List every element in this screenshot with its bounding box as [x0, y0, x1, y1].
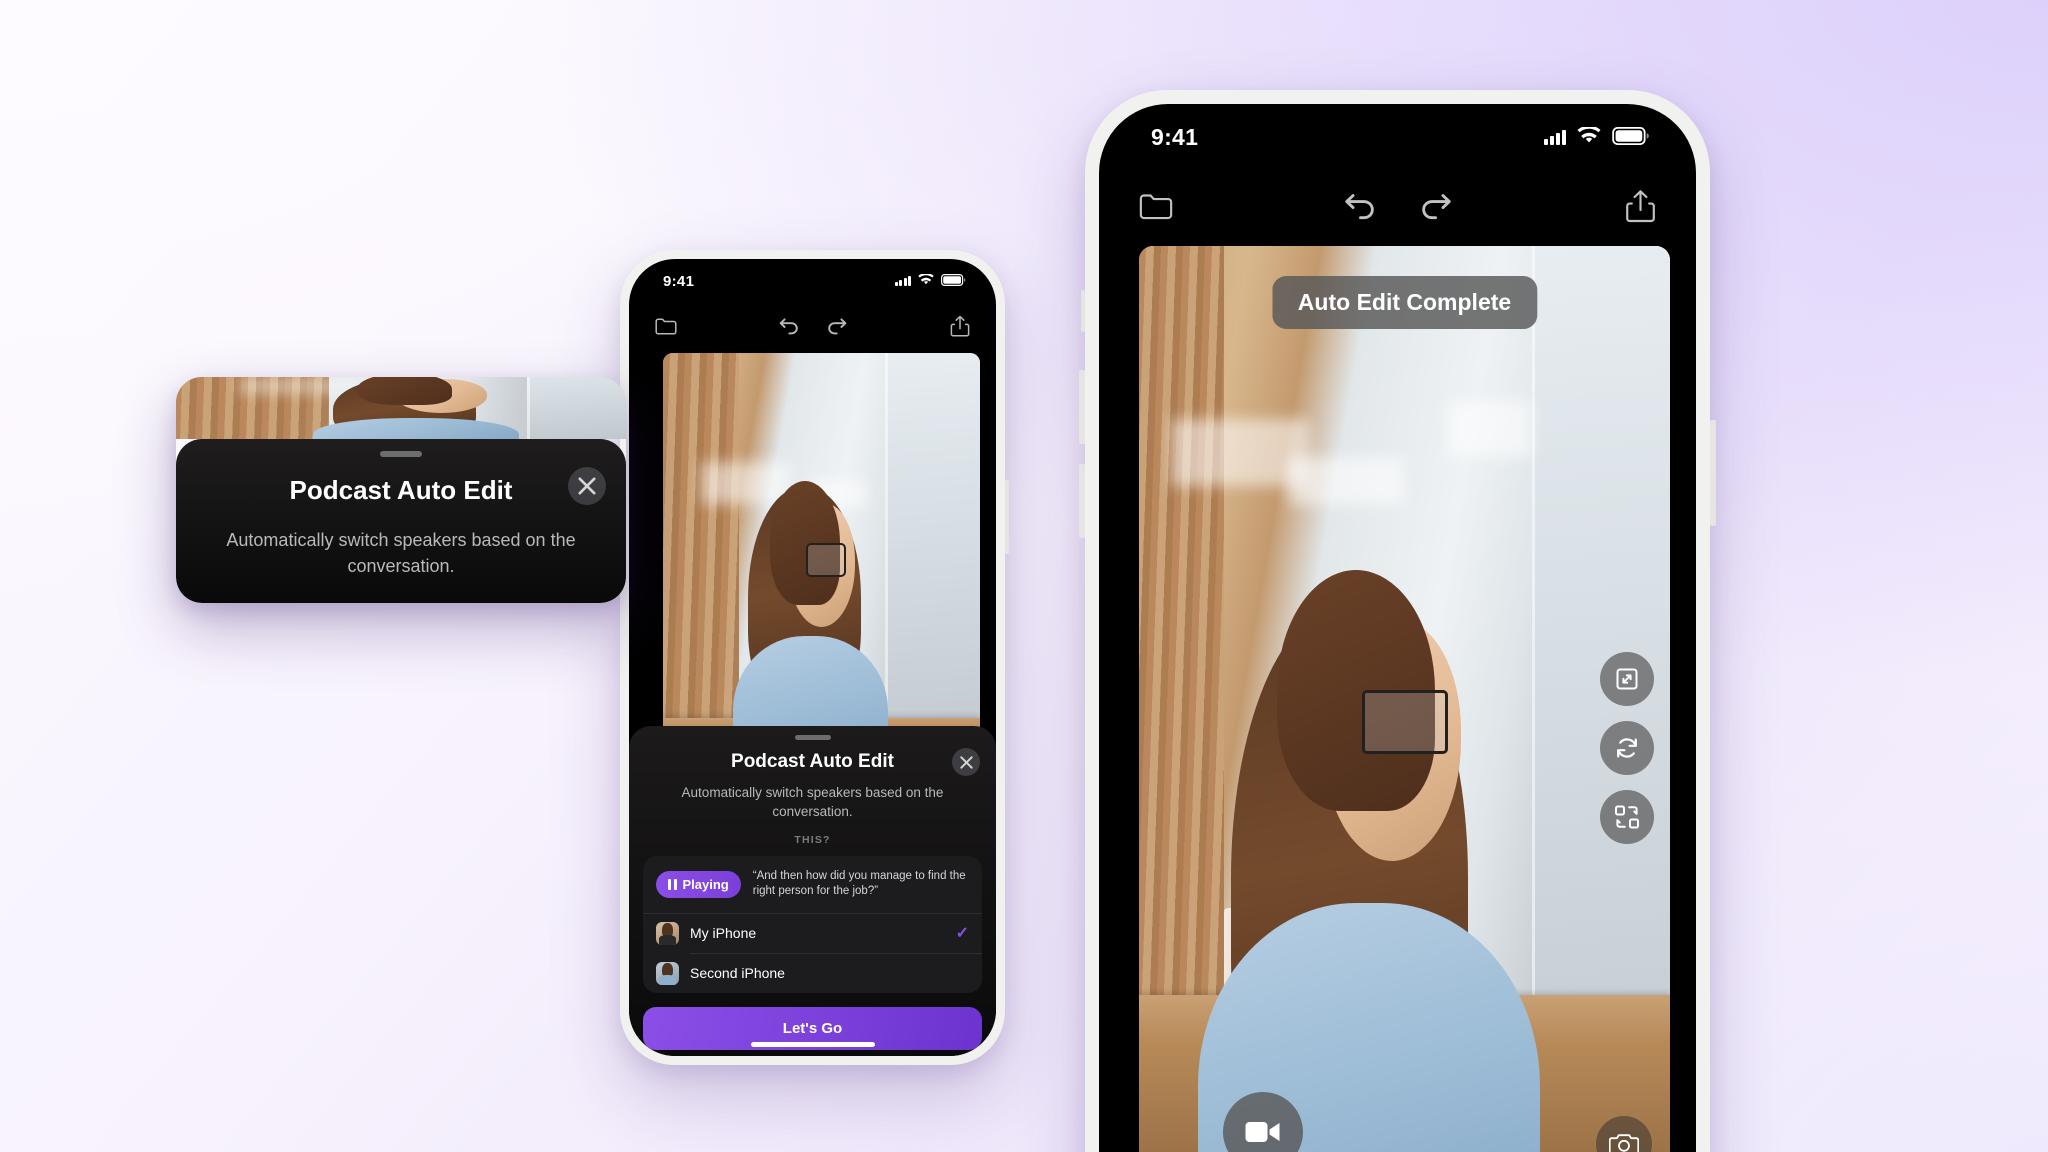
floating-card-subtitle: Automatically switch speakers based on t…: [226, 530, 576, 576]
device-group: Playing “And then how did you manage to …: [643, 856, 982, 993]
video-preview-right[interactable]: Auto Edit Complete: [1139, 246, 1670, 1152]
undo-icon[interactable]: [777, 316, 801, 336]
status-time: 9:41: [1151, 123, 1199, 150]
wifi-icon: [1577, 124, 1601, 151]
phone-volume-up[interactable]: [1079, 370, 1085, 444]
cellular-signal-icon: [1543, 129, 1566, 145]
floating-card-sheet: Podcast Auto Edit Automatically switch s…: [176, 439, 626, 603]
phone-mute-switch[interactable]: [1081, 290, 1085, 332]
avatar: [656, 961, 679, 985]
avatar: [656, 921, 679, 945]
phone-power-button[interactable]: [1005, 480, 1009, 554]
swap-layout-icon[interactable]: [1600, 790, 1654, 844]
sheet-hint: THIS?: [794, 834, 831, 847]
transcript-quote: “And then how did you manage to find the…: [752, 870, 966, 898]
expand-icon[interactable]: [1600, 652, 1654, 706]
share-icon[interactable]: [1625, 189, 1656, 223]
home-indicator[interactable]: [750, 1042, 875, 1047]
sheet-grabber[interactable]: [794, 735, 831, 740]
redo-icon[interactable]: [825, 316, 849, 336]
device-label: Second iPhone: [690, 965, 785, 982]
close-icon[interactable]: [568, 467, 606, 505]
cellular-signal-icon: [894, 276, 911, 286]
phone-volume-down[interactable]: [1079, 464, 1085, 538]
phone-middle: 9:41 Podcast Auto Edit Automatically swi…: [616, 250, 1009, 1065]
video-scene: [663, 353, 980, 773]
redo-icon[interactable]: [1417, 190, 1455, 222]
switch-camera-icon[interactable]: [1600, 721, 1654, 775]
floating-sheet-card[interactable]: Podcast Auto Edit Automatically switch s…: [176, 377, 626, 603]
editor-toolbar: [629, 303, 996, 349]
playing-label: Playing: [682, 876, 729, 892]
phone-middle-screen: 9:41 Podcast Auto Edit Automatically swi…: [629, 259, 996, 1056]
status-bar: 9:41: [629, 259, 996, 303]
folder-icon[interactable]: [1139, 192, 1173, 220]
battery-icon: [1612, 124, 1650, 151]
status-bar: 9:41: [1099, 104, 1696, 170]
share-icon[interactable]: [950, 315, 970, 337]
wifi-icon: [918, 272, 934, 290]
battery-icon: [941, 273, 966, 290]
sheet-subtitle: Automatically switch speakers based on t…: [681, 785, 944, 819]
bottom-sheet-middle: Podcast Auto Edit Automatically switch s…: [629, 726, 996, 1056]
floating-card-title: Podcast Auto Edit: [289, 475, 513, 505]
sheet-grabber[interactable]: [380, 451, 422, 457]
phone-right-screen: 9:41 Auto Edit Complete: [1099, 104, 1696, 1152]
sheet-title: Podcast Auto Edit: [731, 751, 894, 772]
undo-icon[interactable]: [1341, 190, 1379, 222]
list-item[interactable]: My iPhone ✓: [643, 914, 982, 953]
playing-row: Playing “And then how did you manage to …: [643, 856, 982, 912]
playing-chip[interactable]: Playing: [656, 870, 741, 898]
pause-icon: [668, 878, 677, 890]
phone-power-button[interactable]: [1710, 420, 1716, 526]
folder-icon[interactable]: [655, 317, 677, 335]
status-badge: Auto Edit Complete: [1271, 276, 1538, 329]
status-time: 9:41: [663, 272, 695, 290]
check-icon: ✓: [955, 925, 969, 943]
phone-right: 9:41 Auto Edit Complete: [1079, 90, 1716, 1152]
list-item[interactable]: Second iPhone: [643, 954, 982, 993]
video-preview-middle[interactable]: [663, 353, 980, 773]
device-label: My iPhone: [690, 925, 757, 942]
close-icon[interactable]: [952, 748, 980, 776]
video-scene: [1139, 246, 1670, 1152]
editor-toolbar: [1099, 170, 1696, 242]
